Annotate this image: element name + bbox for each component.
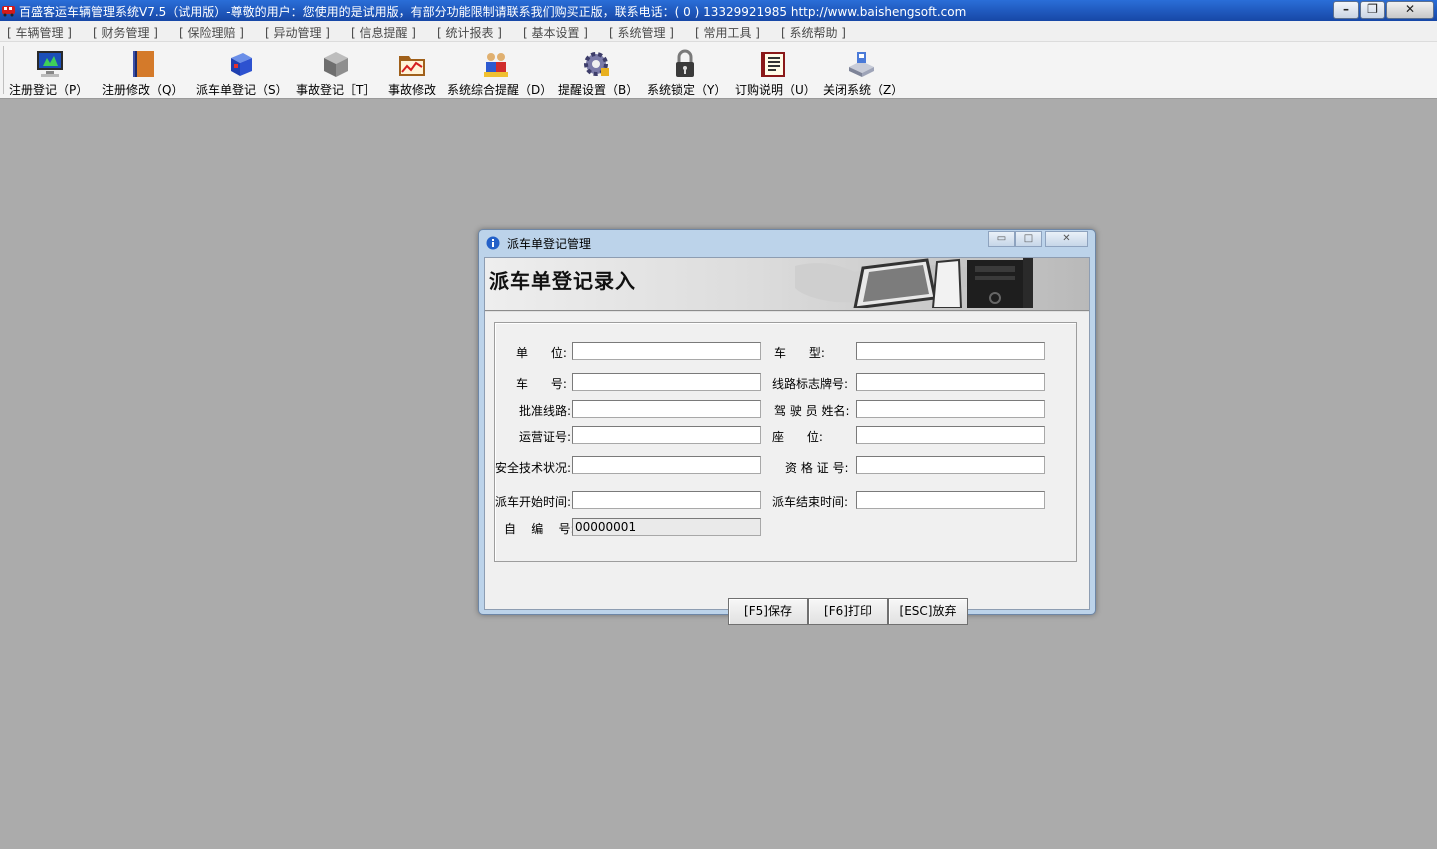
banner-title: 派车单登记录入 — [489, 269, 636, 293]
car-type-input[interactable] — [856, 342, 1045, 360]
gear-icon — [584, 52, 609, 76]
main-title-bar[interactable]: 百盛客运车辆管理系统V7.5（试用版）-尊敬的用户：您使用的是试用版，有部分功能… — [0, 0, 1437, 21]
reminder-settings-label: 提醒设置（B） — [558, 83, 639, 97]
route-plate-input[interactable] — [856, 373, 1045, 391]
reminder-settings-button[interactable]: 提醒设置（B） — [558, 44, 639, 97]
people-icon — [484, 53, 508, 77]
register-label: 注册登记（P） — [9, 83, 89, 97]
system-lock-button[interactable]: 系统锁定（Y） — [647, 44, 727, 97]
dialog-minimize-button[interactable]: ▭ — [988, 231, 1015, 247]
padlock-icon — [676, 49, 694, 77]
menu-finance[interactable]: [ 财务管理 ] — [93, 24, 158, 41]
save-button[interactable]: [F5]保存 — [728, 598, 808, 625]
monitor-icon — [37, 51, 63, 77]
license-label: 运营证号: — [519, 430, 572, 444]
accident-edit-label: 事故修改 — [388, 83, 437, 97]
system-lock-label: 系统锁定（Y） — [647, 83, 727, 97]
dialog-title: 派车单登记管理 — [507, 237, 592, 251]
computer-illustration — [795, 258, 1033, 308]
register-edit-button[interactable]: 注册修改（Q） — [102, 44, 188, 97]
start-time-input[interactable] — [572, 491, 761, 509]
minimize-button[interactable]: – — [1333, 1, 1359, 19]
dispatch-register-dialog: 派车单登记管理 ▭ □ ✕ 派车单登记录入 单 位: 车 号: 批准线路: 运营… — [478, 229, 1096, 625]
chart-folder-icon — [399, 56, 425, 76]
menu-changes[interactable]: [ 异动管理 ] — [265, 24, 330, 41]
serial-label: 自 编 号: — [504, 522, 575, 536]
menu-settings[interactable]: [ 基本设置 ] — [523, 24, 588, 41]
form-group-box: 单 位: 车 号: 批准线路: 运营证号: 安全技术状况: 派车开始时间: 自 … — [494, 322, 1077, 562]
menu-system[interactable]: [ 系统管理 ] — [609, 24, 674, 41]
grey-cube-icon — [324, 52, 348, 77]
driver-label: 驾 驶 员 姓名: — [774, 404, 850, 418]
seats-label: 座 位: — [772, 430, 823, 444]
close-button[interactable]: ✕ — [1386, 1, 1434, 19]
car-no-label: 车 号: — [516, 377, 567, 391]
menu-tools[interactable]: [ 常用工具 ] — [695, 24, 760, 41]
general-reminder-button[interactable]: 系统综合提醒（D） — [447, 44, 553, 97]
dialog-client-area: 派车单登记录入 单 位: 车 号: 批准线路: 运营证号: 安全技术状况: 派车… — [484, 257, 1090, 625]
general-reminder-label: 系统综合提醒（D） — [447, 83, 553, 97]
window-title: 百盛客运车辆管理系统V7.5（试用版）-尊敬的用户：您使用的是试用版，有部分功能… — [19, 5, 967, 19]
unit-input[interactable] — [572, 342, 761, 360]
route-label: 批准线路: — [519, 404, 572, 418]
accident-register-button[interactable]: 事故登记［T］ — [296, 44, 378, 97]
disk-drive-icon — [849, 52, 874, 77]
cancel-button[interactable]: [ESC]放弃 — [888, 598, 968, 625]
menu-reports[interactable]: [ 统计报表 ] — [437, 24, 502, 41]
menu-bar: [ 车辆管理 ] [ 财务管理 ] [ 保险理赔 ] [ 异动管理 ] [ 信息… — [0, 21, 1437, 42]
menu-reminders[interactable]: [ 信息提醒 ] — [351, 24, 416, 41]
accident-register-label: 事故登记［T］ — [296, 83, 376, 97]
serial-input[interactable] — [572, 518, 761, 536]
close-system-label: 关闭系统（Z） — [823, 83, 904, 97]
driver-input[interactable] — [856, 400, 1045, 418]
bus-app-icon — [2, 6, 15, 17]
unit-label: 单 位: — [516, 346, 567, 360]
order-info-label: 订购说明（U） — [735, 83, 816, 97]
dispatch-register-button[interactable]: 派车单登记（S） — [196, 44, 288, 97]
register-edit-label: 注册修改（Q） — [102, 83, 184, 97]
blue-box-icon — [231, 53, 252, 76]
license-input[interactable] — [572, 426, 761, 444]
menu-vehicle[interactable]: [ 车辆管理 ] — [7, 24, 72, 41]
dialog-close-button[interactable]: ✕ — [1045, 231, 1088, 247]
end-time-input[interactable] — [856, 491, 1045, 509]
qualification-label: 资 格 证 号: — [785, 461, 849, 475]
seats-input[interactable] — [856, 426, 1045, 444]
toolbar: 注册登记（P） 注册修改（Q） 派车单登记（S） 事故登记［T］ 事故修改 系统… — [0, 42, 1437, 99]
menu-help[interactable]: [ 系统帮助 ] — [781, 24, 846, 41]
route-plate-label: 线路标志牌号: — [772, 377, 849, 391]
accident-edit-button[interactable]: 事故修改 — [388, 44, 442, 97]
qualification-input[interactable] — [856, 456, 1045, 474]
book-icon — [133, 51, 154, 77]
toolbar-grip — [3, 46, 4, 94]
dialog-banner: 派车单登记录入 — [485, 258, 1089, 312]
register-button[interactable]: 注册登记（P） — [9, 44, 95, 97]
order-info-button[interactable]: 订购说明（U） — [735, 44, 816, 97]
print-button[interactable]: [F6]打印 — [808, 598, 888, 625]
dispatch-register-label: 派车单登记（S） — [196, 83, 288, 97]
car-no-input[interactable] — [572, 373, 761, 391]
close-system-button[interactable]: 关闭系统（Z） — [823, 44, 904, 97]
safety-label: 安全技术状况: — [495, 461, 572, 475]
info-icon — [486, 236, 500, 250]
dialog-maximize-button[interactable]: □ — [1015, 231, 1042, 247]
start-time-label: 派车开始时间: — [495, 495, 572, 509]
maximize-button[interactable]: ❐ — [1360, 1, 1385, 19]
route-input[interactable] — [572, 400, 761, 418]
binder-icon — [761, 52, 785, 77]
car-type-label: 车 型: — [774, 346, 825, 360]
menu-insurance[interactable]: [ 保险理赔 ] — [179, 24, 244, 41]
end-time-label: 派车结束时间: — [772, 495, 849, 509]
safety-input[interactable] — [572, 456, 761, 474]
